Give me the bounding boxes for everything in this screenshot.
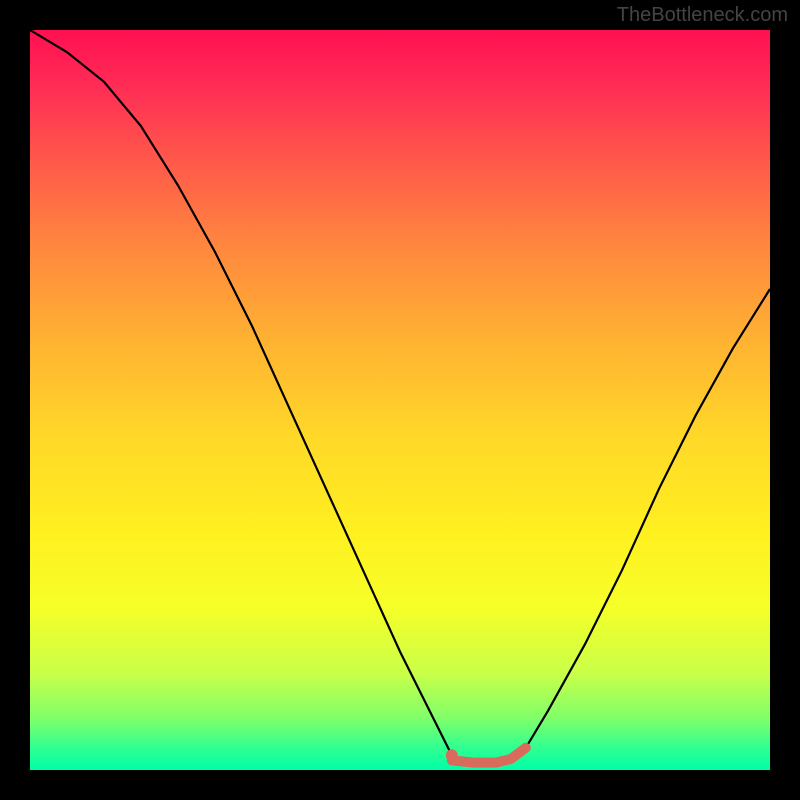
highlight-dot-marker <box>446 749 458 761</box>
highlight-segment-line <box>452 748 526 763</box>
bottleneck-curve-line <box>30 30 770 763</box>
chart-svg <box>30 30 770 770</box>
plot-area <box>30 30 770 770</box>
watermark-text: TheBottleneck.com <box>617 4 788 27</box>
